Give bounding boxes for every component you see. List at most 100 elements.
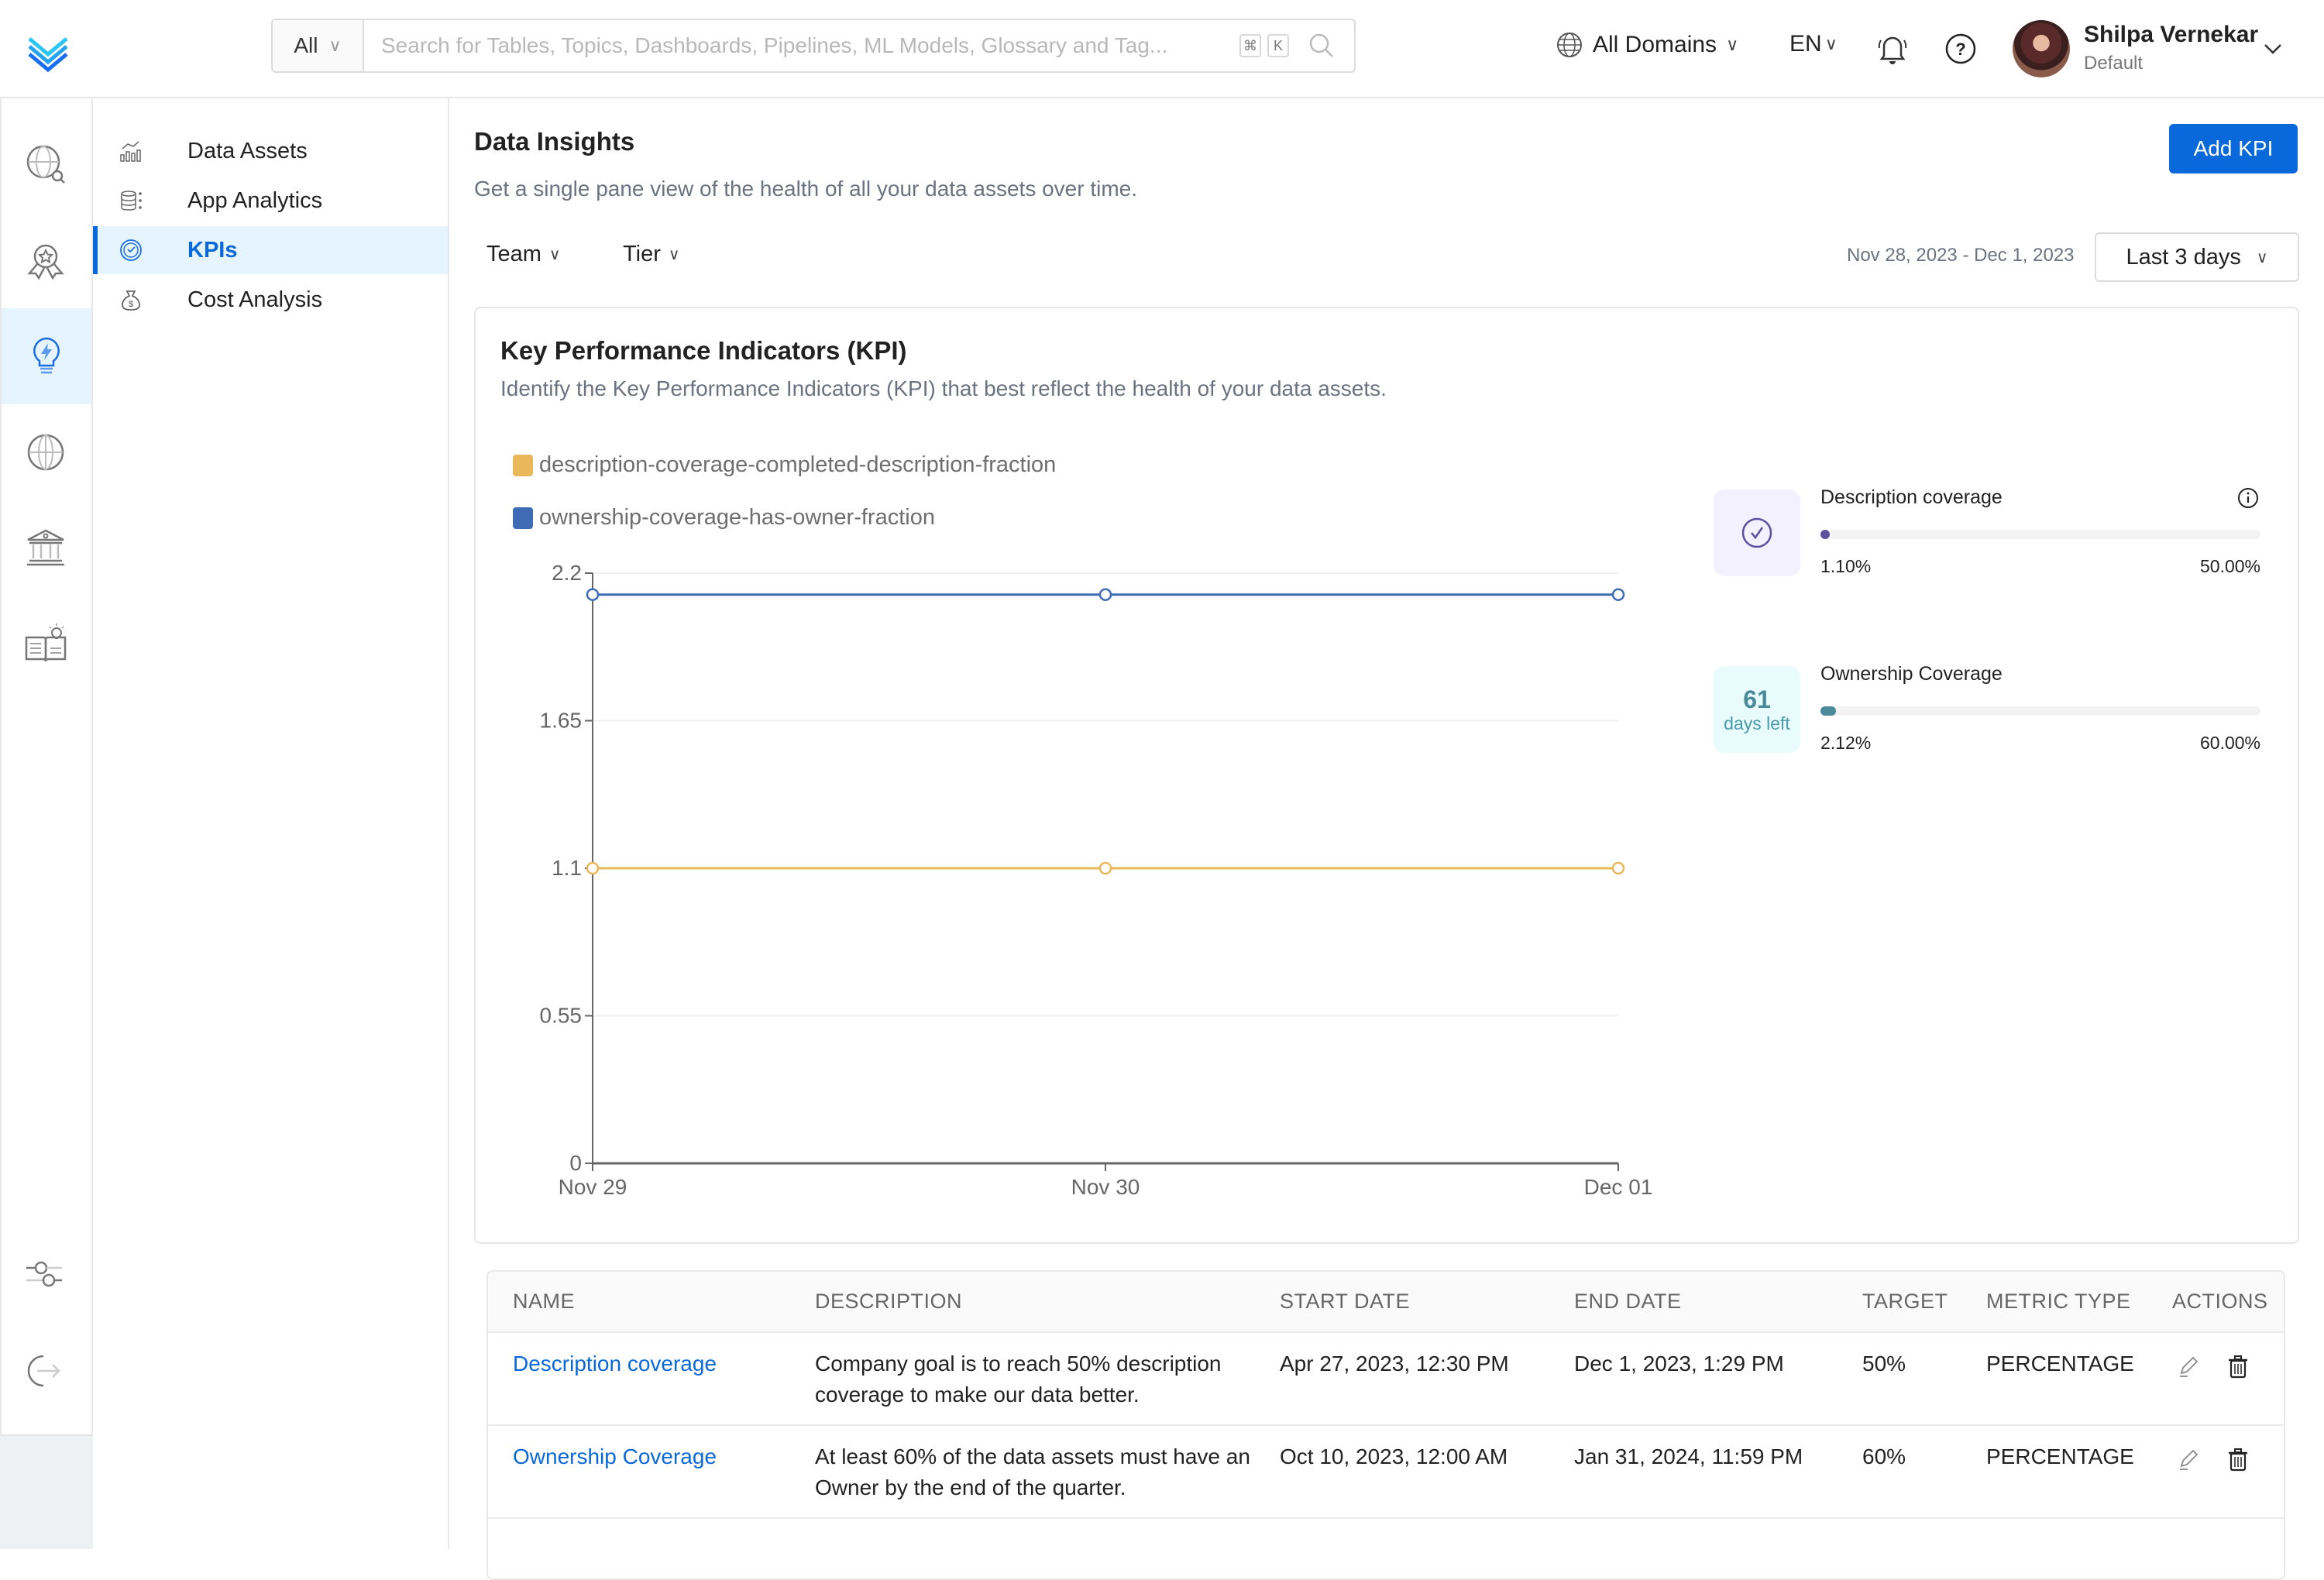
sidebar-item-data-assets[interactable]: Data Assets [93, 127, 448, 175]
rail-item-logout[interactable] [0, 1323, 91, 1419]
legend-label: ownership-coverage-has-owner-fraction [539, 505, 935, 530]
check-circle-icon [1741, 517, 1772, 548]
domain-label: All Domains [1593, 32, 1717, 57]
kpi-target-value: 50.00% [2199, 556, 2260, 576]
insights-sidebar: Data Assets App Analytics KPIs $ Cost An… [93, 98, 449, 1549]
user-menu-chevron-icon[interactable] [2262, 37, 2284, 59]
rail-item-insights[interactable] [2, 308, 91, 404]
top-navigation-bar: All ∨ ⌘ K All Domains ∨ EN ∨ ? [0, 0, 2324, 98]
date-range-select-label: Last 3 days [2126, 244, 2241, 270]
svg-text:$: $ [129, 300, 133, 309]
rail-item-governance[interactable] [0, 500, 91, 596]
y-tick-label: 0.55 [540, 1004, 583, 1028]
tier-filter[interactable]: Tier ∨ [623, 242, 680, 267]
user-role: Default [2084, 53, 2144, 74]
kpi-progress-bar [1820, 706, 2260, 716]
notification-bell-icon[interactable] [1876, 31, 1909, 67]
data-point [586, 861, 600, 875]
days-left-count: 61 [1743, 685, 1771, 713]
kpi-name-link[interactable]: Ownership Coverage [513, 1444, 717, 1468]
sidebar-item-cost-analysis[interactable]: $ Cost Analysis [93, 276, 448, 324]
search-input[interactable] [364, 20, 1239, 71]
info-icon[interactable] [2236, 486, 2260, 510]
app-logo-icon[interactable] [23, 23, 73, 73]
domain-select[interactable]: All Domains ∨ [1556, 31, 1738, 59]
help-icon[interactable]: ? [1944, 33, 1977, 65]
delete-icon[interactable] [2225, 1446, 2251, 1472]
column-header-start-date: START DATE [1255, 1272, 1549, 1333]
table-row: Ownership Coverage At least 60% of the d… [488, 1425, 2284, 1519]
data-point [1098, 588, 1112, 601]
sidebar-item-label: KPIs [187, 237, 238, 263]
kpi-actions [2147, 1425, 2284, 1519]
column-header-description: DESCRIPTION [790, 1272, 1255, 1333]
column-header-end-date: END DATE [1549, 1272, 1838, 1333]
kpi-description: Company goal is to reach 50% description… [790, 1332, 1255, 1426]
kpi-progress-bar [1820, 530, 2260, 539]
sidebar-item-app-analytics[interactable]: App Analytics [93, 177, 448, 225]
delete-icon[interactable] [2225, 1353, 2251, 1379]
kpi-current-value: 2.12% [1820, 733, 1872, 753]
page-subtitle: Get a single pane view of the health of … [474, 177, 1138, 201]
kpi-progress-fill [1820, 530, 1831, 539]
search-scope-label: All [294, 33, 318, 57]
x-tick-label: Nov 29 [559, 1175, 627, 1199]
chevron-down-icon: ∨ [668, 246, 680, 263]
sidebar-item-kpis[interactable]: KPIs [93, 226, 448, 274]
rail-item-explore[interactable] [0, 116, 91, 212]
team-filter[interactable]: Team ∨ [486, 242, 561, 267]
rail-item-domains[interactable] [0, 404, 91, 500]
column-header-metric-type: METRIC TYPE [1961, 1272, 2147, 1333]
user-avatar[interactable] [2013, 20, 2070, 77]
tier-filter-label: Tier [623, 242, 661, 266]
quality-badge-icon [27, 244, 64, 280]
user-name[interactable]: Shilpa Vernekar [2084, 22, 2258, 48]
edit-icon[interactable] [2175, 1446, 2202, 1472]
page-title: Data Insights [474, 127, 635, 156]
sidebar-item-label: Data Assets [187, 138, 308, 163]
add-kpi-button[interactable]: Add KPI [2169, 124, 2298, 173]
global-search: All ∨ ⌘ K [271, 19, 1356, 73]
chevron-down-icon: ∨ [1726, 35, 1739, 54]
column-header-target: TARGET [1838, 1272, 1961, 1333]
kpi-metric-type: PERCENTAGE [1961, 1332, 2147, 1426]
x-tick-label: Nov 30 [1071, 1175, 1140, 1199]
legend-item[interactable]: description-coverage-completed-descripti… [513, 452, 1056, 478]
kpi-target-value: 60.00% [2199, 733, 2260, 753]
insights-bulb-icon [33, 337, 60, 374]
search-scope-select[interactable]: All ∨ [273, 20, 364, 71]
kpi-actions [2147, 1332, 2284, 1426]
kpi-days-left-tile: 61 days left [1714, 666, 1800, 753]
kpi-table-container: NAME DESCRIPTION START DATE END DATE TAR… [486, 1270, 2285, 1580]
y-tick-label: 0 [569, 1151, 582, 1175]
legend-item[interactable]: ownership-coverage-has-owner-fraction [513, 505, 935, 531]
domains-globe-icon [27, 434, 64, 471]
svg-text:?: ? [1955, 40, 1965, 59]
date-range-select[interactable]: Last 3 days ∨ [2095, 232, 2299, 282]
kpi-start-date: Oct 10, 2023, 12:00 AM [1255, 1425, 1549, 1519]
legend-swatch [513, 507, 533, 529]
knowledge-book-icon [25, 623, 67, 662]
y-tick-label: 1.1 [552, 856, 582, 880]
kpi-end-date: Dec 1, 2023, 1:29 PM [1549, 1332, 1838, 1426]
search-icon[interactable] [1306, 30, 1337, 61]
chevron-down-icon: ∨ [328, 36, 342, 55]
kpi-description: At least 60% of the data assets must hav… [790, 1425, 1255, 1519]
kpi-progress-fill [1820, 706, 1836, 716]
rail-footer [0, 1434, 93, 1549]
edit-icon[interactable] [2175, 1353, 2202, 1379]
date-range-text: Nov 28, 2023 - Dec 1, 2023 [1847, 245, 2075, 266]
column-header-name: NAME [488, 1272, 790, 1333]
globe-icon [1557, 33, 1582, 57]
kpi-card-subtitle: Identify the Key Performance Indicators … [500, 376, 1387, 400]
rail-item-knowledge[interactable] [0, 596, 91, 692]
language-select[interactable]: EN ∨ [1789, 31, 1838, 57]
kpi-status-tile [1714, 489, 1800, 576]
data-point [1611, 861, 1625, 875]
language-label: EN [1789, 31, 1822, 57]
sidebar-item-label: Cost Analysis [187, 287, 323, 312]
rail-item-quality[interactable] [0, 212, 91, 308]
kpi-name-link[interactable]: Description coverage [513, 1352, 717, 1376]
rail-item-settings[interactable] [0, 1227, 91, 1323]
settings-sliders-icon [26, 1261, 62, 1287]
